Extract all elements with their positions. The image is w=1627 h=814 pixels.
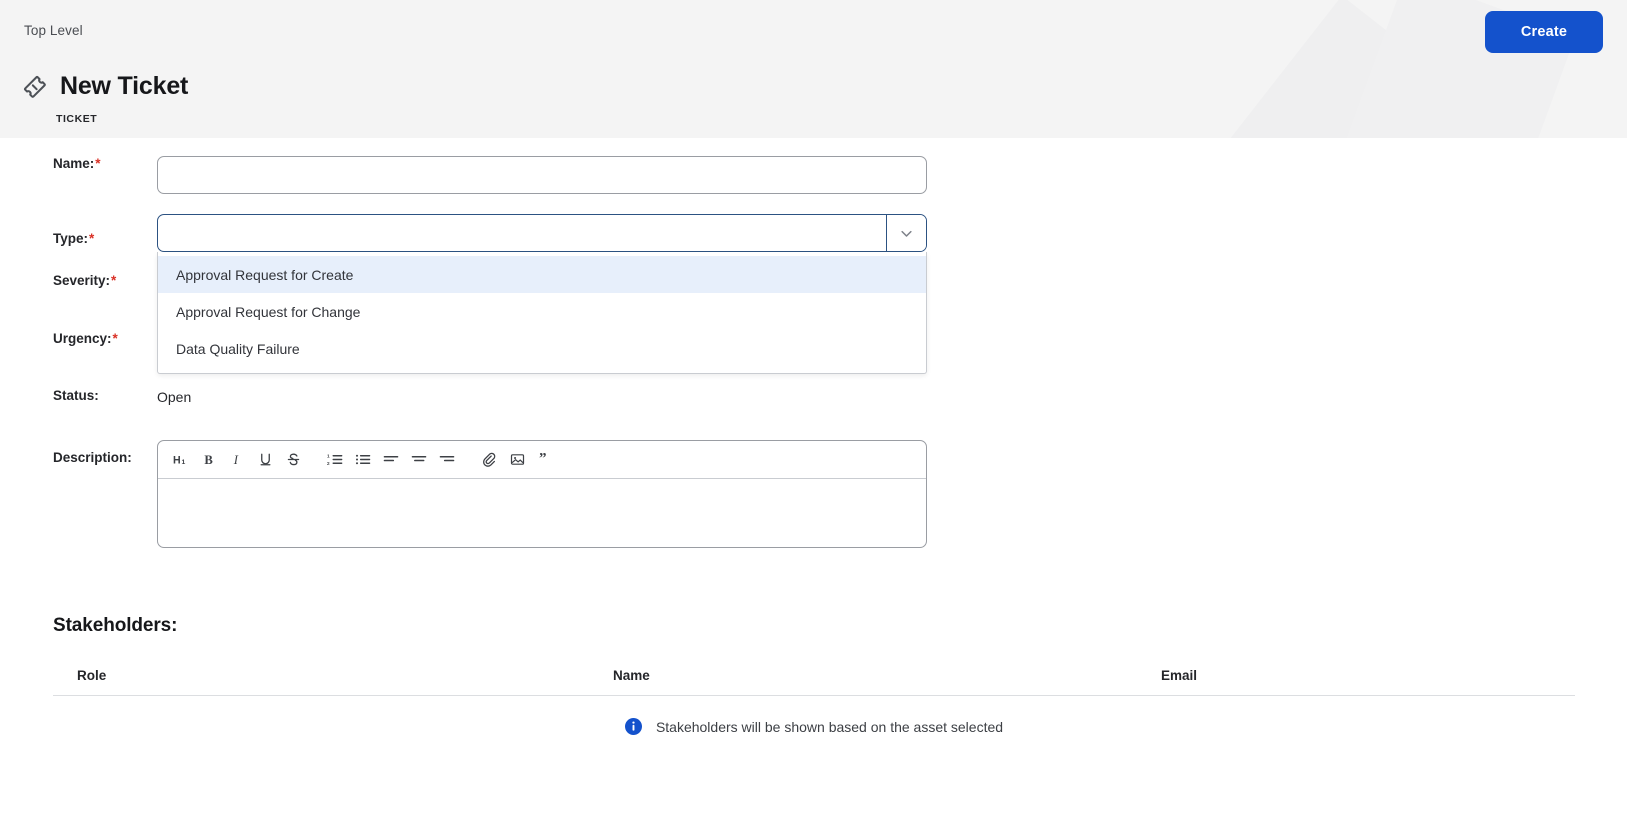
type-input[interactable]: [158, 215, 886, 251]
field-row-status: Status: Open: [0, 388, 1627, 405]
strikethrough-icon[interactable]: [280, 446, 306, 474]
bullet-list-icon[interactable]: [350, 446, 376, 474]
status-label: Status:: [53, 388, 99, 403]
editor-toolbar: H 1 B I 1 2 ”: [158, 441, 926, 479]
italic-icon[interactable]: I: [224, 446, 250, 474]
severity-label-text: Severity:: [53, 273, 111, 288]
blockquote-icon[interactable]: ”: [532, 446, 558, 474]
align-left-icon[interactable]: [378, 446, 404, 474]
svg-text:H: H: [173, 454, 181, 466]
urgency-required-marker: *: [112, 331, 118, 346]
underline-icon[interactable]: [252, 446, 278, 474]
urgency-label-text: Urgency:: [53, 331, 112, 346]
create-button[interactable]: Create: [1485, 11, 1603, 53]
heading-1-icon[interactable]: H 1: [168, 446, 194, 474]
type-dropdown-toggle[interactable]: [886, 215, 926, 251]
name-label-text: Name:: [53, 156, 95, 171]
form-body: Name:* Type:* Approval Request for Creat: [0, 138, 1627, 814]
bold-icon[interactable]: B: [196, 446, 222, 474]
name-label: Name:*: [53, 156, 157, 171]
page-header: Top Level Create New Ticket TICKET: [0, 0, 1627, 138]
page-title: New Ticket: [60, 72, 189, 100]
type-dropdown-menu: Approval Request for Create Approval Req…: [157, 252, 927, 374]
svg-text:1: 1: [181, 459, 185, 466]
column-header-email: Email: [1161, 668, 1198, 683]
description-editor: H 1 B I 1 2 ”: [157, 440, 927, 548]
ordered-list-icon[interactable]: 1 2: [322, 446, 348, 474]
type-required-marker: *: [89, 231, 95, 246]
stakeholders-table: Role Name Email Stakeholders will be sho…: [53, 656, 1575, 735]
severity-label: Severity:*: [53, 273, 157, 288]
type-option-2[interactable]: Data Quality Failure: [158, 330, 926, 367]
align-center-icon[interactable]: [406, 446, 432, 474]
svg-text:”: ”: [538, 452, 546, 466]
header-decoration: [1212, 0, 1508, 138]
chevron-down-icon: [899, 226, 914, 241]
align-right-icon[interactable]: [434, 446, 460, 474]
svg-text:B: B: [204, 453, 213, 467]
ticket-icon: [22, 74, 48, 100]
entity-kind-label: TICKET: [56, 113, 98, 125]
stakeholders-empty-message: Stakeholders will be shown based on the …: [655, 718, 1004, 735]
svg-text:I: I: [232, 453, 238, 467]
column-header-role: Role: [77, 668, 107, 683]
urgency-label: Urgency:*: [53, 331, 157, 346]
status-value: Open: [157, 389, 192, 405]
field-row-type: Type:* Approval Request for Create Appro…: [0, 214, 1627, 374]
field-row-description: Description: H 1 B I 1 2 ”: [0, 440, 1627, 548]
type-option-0[interactable]: Approval Request for Create: [158, 256, 926, 293]
type-combobox: Approval Request for Create Approval Req…: [157, 214, 927, 374]
name-required-marker: *: [95, 156, 101, 171]
column-header-name: Name: [613, 668, 650, 683]
description-label: Description:: [53, 450, 132, 465]
type-label-text: Type:: [53, 231, 89, 246]
stakeholders-table-header: Role Name Email: [53, 656, 1575, 696]
svg-text:2: 2: [327, 461, 330, 466]
field-row-name: Name:*: [0, 156, 1627, 194]
svg-text:1: 1: [327, 453, 330, 458]
type-label: Type:*: [53, 214, 157, 246]
stakeholders-heading: Stakeholders:: [53, 615, 178, 636]
attachment-icon[interactable]: [476, 446, 502, 474]
type-option-1[interactable]: Approval Request for Change: [158, 293, 926, 330]
severity-required-marker: *: [111, 273, 117, 288]
info-icon: [624, 718, 642, 735]
title-row: New Ticket: [22, 72, 188, 101]
image-icon[interactable]: [504, 446, 530, 474]
description-text-area[interactable]: [158, 479, 926, 547]
breadcrumb[interactable]: Top Level: [24, 23, 83, 38]
name-input[interactable]: [157, 156, 927, 194]
stakeholders-empty-state: Stakeholders will be shown based on the …: [53, 718, 1575, 735]
type-combobox-control[interactable]: [157, 214, 927, 252]
